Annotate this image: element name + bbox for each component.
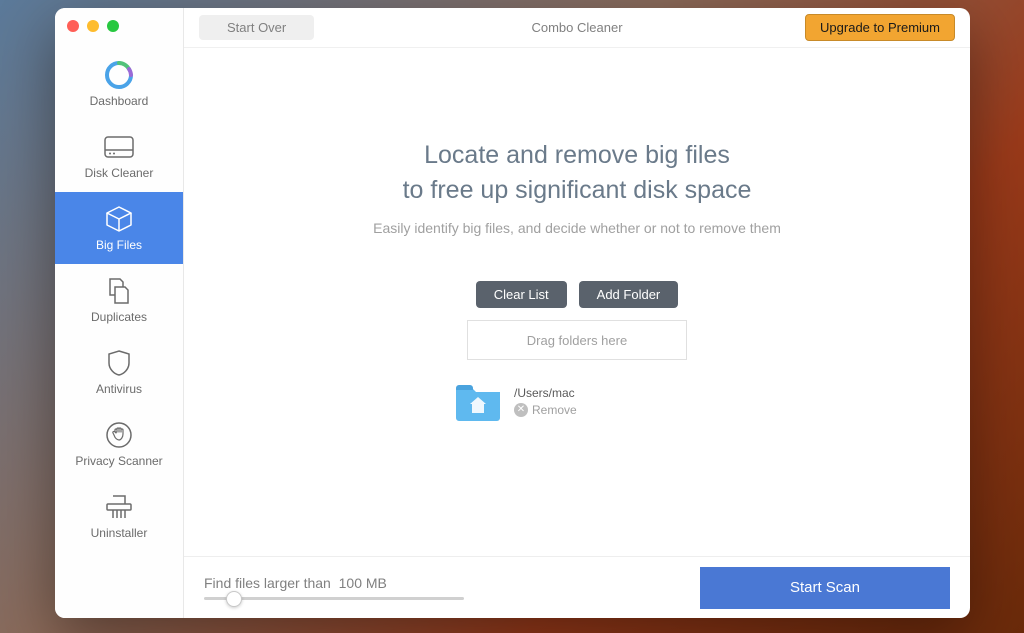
sidebar-item-duplicates[interactable]: Duplicates (55, 264, 183, 336)
close-window-button[interactable] (67, 20, 79, 32)
headline-line-2: to free up significant disk space (403, 173, 752, 208)
home-folder-icon (454, 380, 502, 422)
bottom-bar: Find files larger than 100 MB Start Scan (184, 556, 970, 618)
disk-icon (104, 130, 134, 164)
sidebar-item-big-files[interactable]: Big Files (55, 192, 183, 264)
sidebar-item-label: Privacy Scanner (75, 454, 162, 468)
threshold-value: 100 MB (339, 575, 387, 591)
sidebar-item-antivirus[interactable]: Antivirus (55, 336, 183, 408)
folder-info: /Users/mac ✕ Remove (514, 386, 577, 417)
folder-dropzone[interactable]: Drag folders here (467, 320, 687, 360)
start-over-button[interactable]: Start Over (199, 15, 314, 40)
shredder-icon (105, 490, 133, 524)
sidebar-item-label: Disk Cleaner (85, 166, 154, 180)
remove-label: Remove (532, 403, 577, 417)
page-headline: Locate and remove big files to free up s… (403, 138, 752, 208)
traffic-lights (67, 20, 119, 32)
folder-path: /Users/mac (514, 386, 577, 400)
sidebar-item-disk-cleaner[interactable]: Disk Cleaner (55, 120, 183, 192)
box-icon (104, 202, 134, 236)
sidebar-item-label: Duplicates (91, 310, 147, 324)
sidebar-item-label: Antivirus (96, 382, 142, 396)
start-scan-button[interactable]: Start Scan (700, 567, 950, 609)
sidebar-item-uninstaller[interactable]: Uninstaller (55, 480, 183, 552)
actions-row: Clear List Add Folder (476, 281, 679, 308)
sidebar-item-label: Dashboard (90, 94, 149, 108)
clear-list-button[interactable]: Clear List (476, 281, 567, 308)
sidebar-item-label: Big Files (96, 238, 142, 252)
slider-thumb[interactable] (226, 591, 242, 607)
duplicates-icon (106, 274, 132, 308)
dashboard-icon (103, 58, 135, 92)
threshold-prefix: Find files larger than (204, 575, 331, 591)
main-panel: Start Over Combo Cleaner Upgrade to Prem… (184, 8, 970, 618)
threshold-label: Find files larger than 100 MB (204, 575, 464, 591)
headline-line-1: Locate and remove big files (403, 138, 752, 173)
content-area: Locate and remove big files to free up s… (184, 48, 970, 556)
threshold-slider[interactable] (204, 597, 464, 600)
app-window: Dashboard Disk Cleaner Bi (55, 8, 970, 618)
sidebar: Dashboard Disk Cleaner Bi (55, 8, 184, 618)
sidebar-item-dashboard[interactable]: Dashboard (55, 48, 183, 120)
topbar: Start Over Combo Cleaner Upgrade to Prem… (184, 8, 970, 48)
minimize-window-button[interactable] (87, 20, 99, 32)
app-title: Combo Cleaner (531, 20, 622, 35)
zoom-window-button[interactable] (107, 20, 119, 32)
folder-entry: /Users/mac ✕ Remove (454, 380, 577, 422)
shield-icon (107, 346, 131, 380)
page-subhead: Easily identify big files, and decide wh… (373, 220, 781, 236)
remove-x-icon: ✕ (514, 403, 528, 417)
add-folder-button[interactable]: Add Folder (579, 281, 679, 308)
upgrade-button[interactable]: Upgrade to Premium (805, 14, 955, 41)
sidebar-item-privacy-scanner[interactable]: Privacy Scanner (55, 408, 183, 480)
remove-folder-button[interactable]: ✕ Remove (514, 403, 577, 417)
sidebar-item-label: Uninstaller (91, 526, 148, 540)
size-threshold-control: Find files larger than 100 MB (204, 575, 464, 600)
hand-stop-icon (105, 418, 133, 452)
